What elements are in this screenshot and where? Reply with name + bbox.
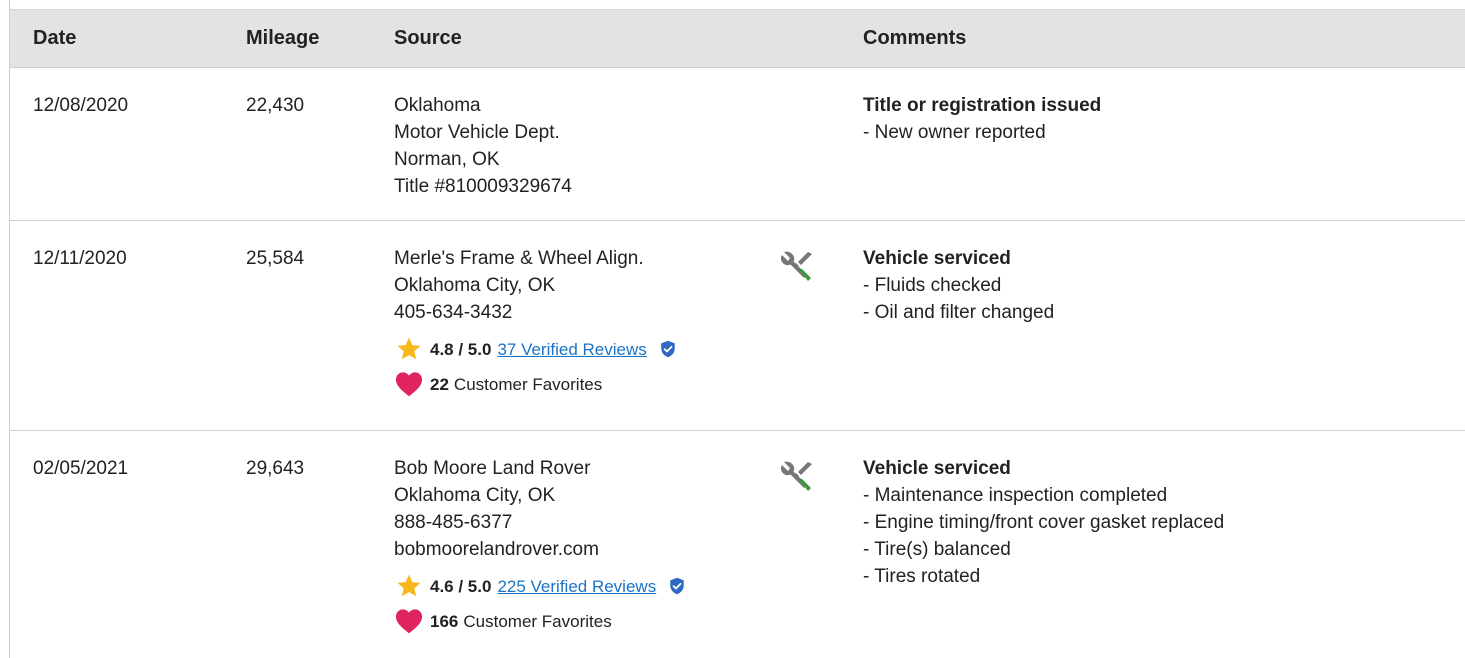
- row-comments: Title or registration issued - New owner…: [863, 92, 1101, 146]
- row-mileage: 25,584: [246, 248, 305, 269]
- heart-icon: [395, 609, 423, 634]
- table-row: 02/05/2021 29,643 Bob Moore Land Rover O…: [10, 431, 1465, 658]
- comment-item: - Tire(s) balanced: [863, 539, 1011, 560]
- row-date: 12/08/2020: [33, 95, 129, 116]
- wrench-screwdriver-icon: [778, 459, 816, 497]
- favorites-label: Customer Favorites: [463, 611, 612, 631]
- heart-icon: [395, 372, 423, 397]
- comment-title: Vehicle serviced: [863, 248, 1011, 269]
- source-line: Bob Moore Land Rover: [394, 458, 591, 479]
- vehicle-history-table: Date Mileage Source Comments 12/08/2020 …: [9, 0, 1465, 658]
- favorites-count: 22: [430, 374, 449, 394]
- row-mileage: 22,430: [246, 95, 305, 116]
- verified-shield-icon: [670, 577, 684, 595]
- wrench-screwdriver-icon: [778, 249, 816, 287]
- source-line: Merle's Frame & Wheel Align.: [394, 248, 644, 269]
- rating-line: 4.6 / 5.0 225 Verified Reviews: [394, 573, 686, 599]
- row-date: 12/11/2020: [33, 248, 127, 269]
- source-line: Oklahoma: [394, 95, 481, 116]
- verified-reviews-link[interactable]: 37 Verified Reviews: [497, 336, 646, 363]
- row-source: Merle's Frame & Wheel Align. Oklahoma Ci…: [394, 245, 677, 397]
- header-mileage: Mileage: [246, 27, 320, 49]
- table-header: Date Mileage Source Comments: [10, 10, 1465, 68]
- source-line: Norman, OK: [394, 149, 500, 170]
- shop-ratings: 4.8 / 5.0 37 Verified Reviews 22 Custome…: [394, 336, 677, 397]
- favorites-line: 166 Customer Favorites: [394, 608, 686, 634]
- source-line: Motor Vehicle Dept.: [394, 122, 560, 143]
- row-source: Oklahoma Motor Vehicle Dept. Norman, OK …: [394, 92, 572, 200]
- row-comments: Vehicle serviced - Fluids checked - Oil …: [863, 245, 1054, 326]
- row-date: 02/05/2021: [33, 458, 129, 479]
- row-comments: Vehicle serviced - Maintenance inspectio…: [863, 455, 1224, 590]
- comment-item: - Maintenance inspection completed: [863, 485, 1168, 506]
- favorites-count: 166: [430, 611, 459, 631]
- row-mileage: 29,643: [246, 458, 305, 479]
- table-row: 12/08/2020 22,430 Oklahoma Motor Vehicle…: [10, 68, 1465, 221]
- header-comments: Comments: [863, 27, 967, 49]
- rating-score: 4.8 / 5.0: [430, 339, 492, 359]
- source-line: 405-634-3432: [394, 302, 513, 323]
- source-line: Oklahoma City, OK: [394, 275, 556, 296]
- comment-item: - Engine timing/front cover gasket repla…: [863, 512, 1225, 533]
- star-icon: [397, 574, 421, 597]
- favorites-line: 22 Customer Favorites: [394, 371, 677, 397]
- comment-item: - Fluids checked: [863, 275, 1002, 296]
- header-date: Date: [33, 27, 77, 49]
- star-icon: [397, 337, 421, 360]
- row-source: Bob Moore Land Rover Oklahoma City, OK 8…: [394, 455, 686, 634]
- comment-title: Vehicle serviced: [863, 458, 1011, 479]
- comment-item: - Tires rotated: [863, 566, 981, 587]
- verified-reviews-link[interactable]: 225 Verified Reviews: [497, 573, 656, 600]
- source-line: Oklahoma City, OK: [394, 485, 556, 506]
- table-row: 12/11/2020 25,584 Merle's Frame & Wheel …: [10, 221, 1465, 431]
- comment-item: - Oil and filter changed: [863, 302, 1055, 323]
- source-line: bobmoorelandrover.com: [394, 539, 599, 560]
- comment-title: Title or registration issued: [863, 95, 1102, 116]
- rating-line: 4.8 / 5.0 37 Verified Reviews: [394, 336, 677, 362]
- comment-item: - New owner reported: [863, 122, 1046, 143]
- top-divider: [10, 0, 1465, 10]
- header-source: Source: [394, 27, 462, 49]
- rating-score: 4.6 / 5.0: [430, 576, 492, 596]
- verified-shield-icon: [661, 340, 675, 358]
- source-line: Title #810009329674: [394, 176, 572, 197]
- favorites-label: Customer Favorites: [453, 374, 603, 394]
- source-line: 888-485-6377: [394, 512, 513, 533]
- shop-ratings: 4.6 / 5.0 225 Verified Reviews 166 Custo…: [394, 573, 686, 634]
